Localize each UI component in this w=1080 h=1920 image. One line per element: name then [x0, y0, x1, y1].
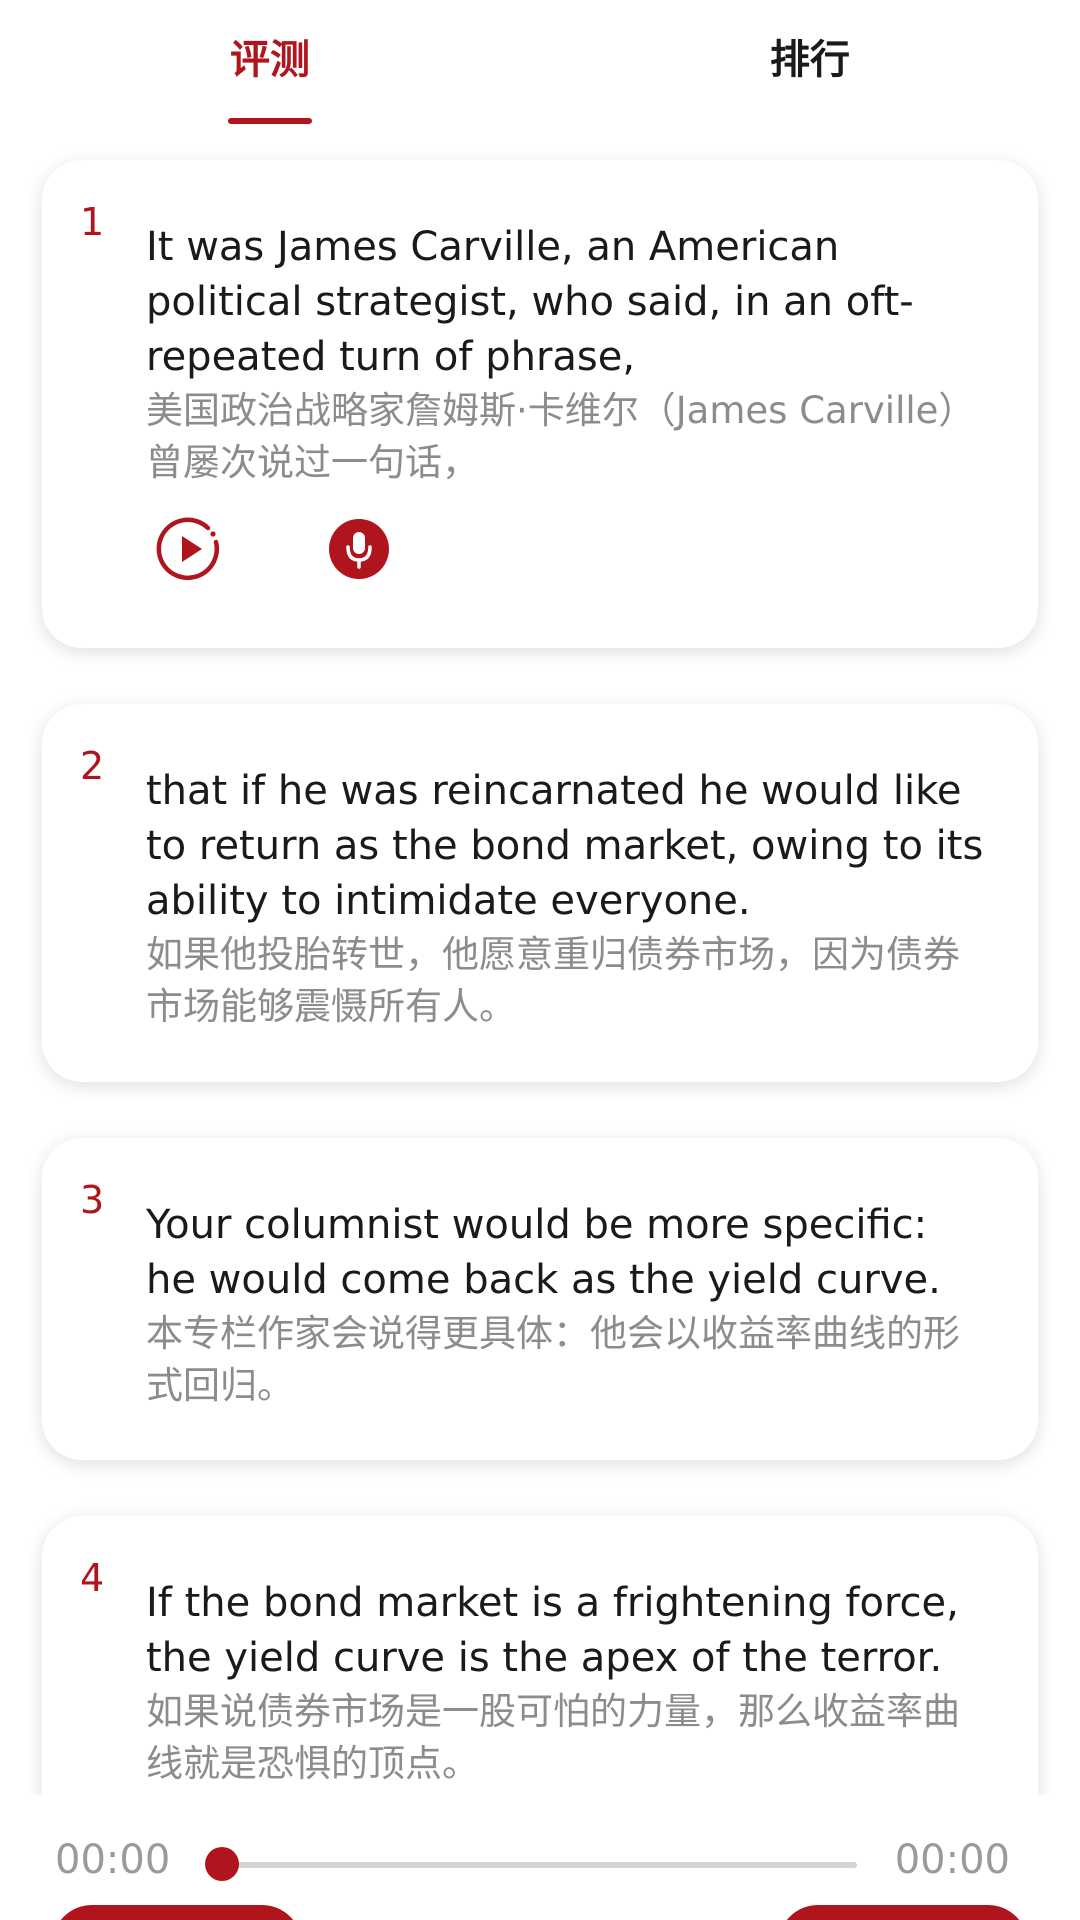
sentence-card-2[interactable]: 2 that if he was reincarnated he would l… [42, 704, 1038, 1082]
bottom-action-button-right[interactable] [778, 1905, 1028, 1920]
sentence-number: 1 [80, 200, 105, 244]
sentence-number: 2 [80, 744, 105, 788]
sentence-chinese: 美国政治战略家詹姆斯·卡维尔（James Carville）曾屡次说过一句话， [146, 389, 976, 484]
tab-ranking[interactable]: 排行 [680, 30, 940, 130]
sentence-number: 4 [80, 1556, 105, 1600]
sentence-card-3[interactable]: 3 Your columnist would be more specific:… [42, 1138, 1038, 1460]
bottom-action-button-left[interactable] [52, 1905, 302, 1920]
microphone-icon [329, 519, 389, 579]
current-time: 00:00 [55, 1837, 171, 1883]
sentence-number: 3 [80, 1178, 105, 1222]
active-tab-indicator [228, 118, 312, 124]
sentence-chinese: 本专栏作家会说得更具体：他会以收益率曲线的形式回归。 [146, 1312, 960, 1407]
play-button[interactable] [156, 516, 222, 582]
progress-slider[interactable] [222, 1862, 857, 1868]
sentence-english: It was James Carville, an American polit… [146, 224, 914, 380]
sentence-english: Your columnist would be more specific: h… [146, 1202, 941, 1303]
sentence-chinese: 如果他投胎转世，他愿意重归债券市场，因为债券市场能够震慑所有人。 [146, 933, 960, 1028]
sentence-card-1[interactable]: 1 It was James Carville, an American pol… [42, 160, 1038, 648]
tab-evaluation-label: 评测 [230, 37, 310, 83]
sentence-english: If the bond market is a frightening forc… [146, 1580, 959, 1681]
total-time: 00:00 [894, 1837, 1010, 1883]
tab-evaluation[interactable]: 评测 [140, 30, 400, 130]
play-circle-icon [156, 517, 219, 581]
sentence-actions [156, 516, 456, 586]
app-root: 评测 排行 1 It was James Carville, an Americ… [0, 0, 1080, 1920]
audio-player-bar: 00:00 00:00 [0, 1795, 1080, 1920]
sentence-chinese: 如果说债券市场是一股可怕的力量，那么收益率曲线就是恐惧的顶点。 [146, 1690, 960, 1785]
sentence-english: that if he was reincarnated he would lik… [146, 768, 984, 924]
tab-bar: 评测 排行 [0, 0, 1080, 130]
record-button[interactable] [326, 516, 392, 582]
tab-ranking-label: 排行 [770, 37, 850, 83]
progress-thumb[interactable] [205, 1847, 239, 1881]
